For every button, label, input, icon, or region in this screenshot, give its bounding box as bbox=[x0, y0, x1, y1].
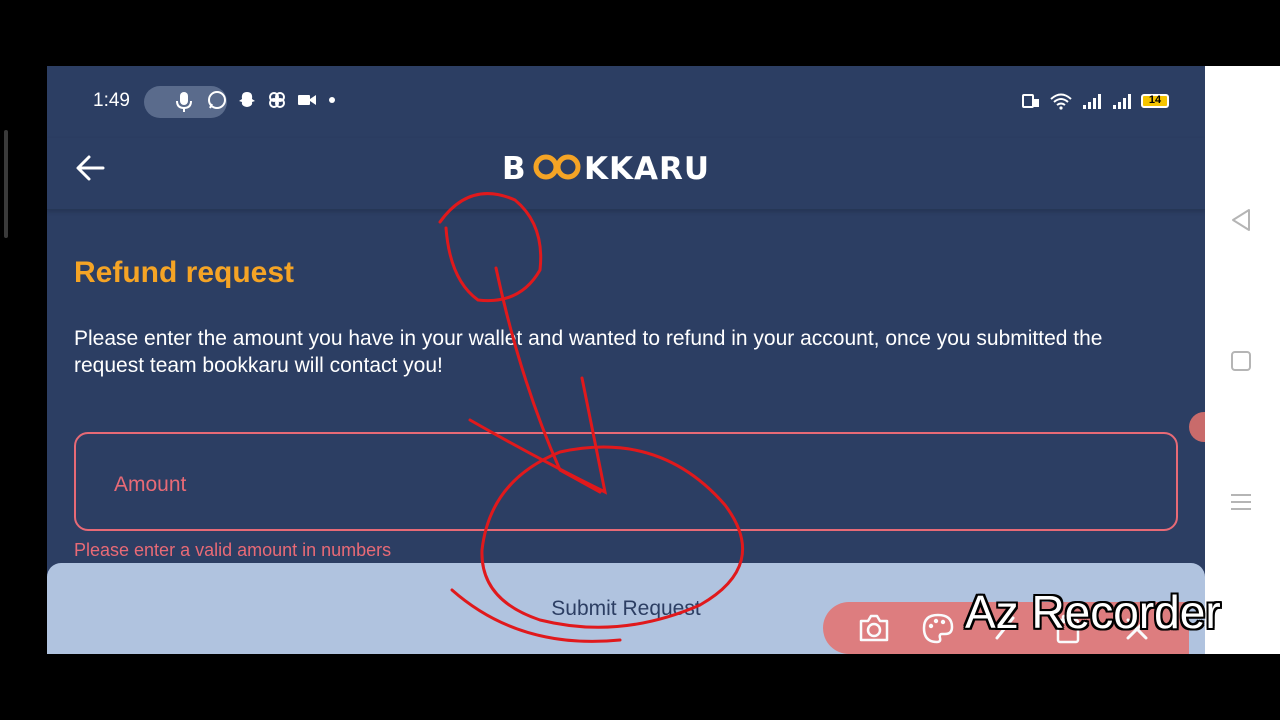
bookkaru-logo: B KKARU bbox=[502, 150, 748, 184]
whatsapp-icon bbox=[208, 91, 226, 109]
camera-icon[interactable] bbox=[857, 612, 891, 644]
phone-screen: 1:49 14 B KKARU Refund request Please en… bbox=[47, 66, 1205, 654]
microphone-icon bbox=[176, 92, 192, 112]
logo-image: B KKARU bbox=[502, 151, 710, 184]
battery-icon: 14 bbox=[1141, 94, 1169, 108]
page-title: Refund request bbox=[74, 256, 295, 289]
snapchat-icon bbox=[239, 92, 255, 107]
system-status-icons: 14 bbox=[1021, 92, 1169, 110]
az-recorder-watermark: Az Recorder bbox=[965, 586, 1221, 638]
amount-error-message: Please enter a valid amount in numbers bbox=[74, 540, 392, 560]
video-icon bbox=[298, 95, 316, 105]
palette-icon[interactable] bbox=[921, 612, 955, 644]
signal-icon bbox=[1083, 94, 1101, 109]
cast-icon bbox=[1022, 94, 1039, 108]
nav-home-icon[interactable] bbox=[1229, 349, 1253, 373]
svg-text:B: B bbox=[502, 151, 526, 184]
nav-back-icon[interactable] bbox=[1229, 208, 1253, 232]
wifi-icon bbox=[1050, 93, 1072, 110]
battery-level: 14 bbox=[1148, 94, 1162, 106]
app-header: B KKARU bbox=[47, 138, 1205, 210]
notification-icons bbox=[207, 90, 337, 110]
signal-icon bbox=[1113, 94, 1131, 109]
status-bar: 1:49 14 bbox=[47, 66, 1205, 138]
svg-text:KKARU: KKARU bbox=[584, 151, 710, 184]
amount-placeholder: Amount bbox=[114, 473, 187, 496]
amount-input[interactable]: Amount bbox=[74, 432, 1178, 531]
status-time: 1:49 bbox=[93, 90, 130, 111]
page-description: Please enter the amount you have in your… bbox=[74, 327, 1103, 377]
scrollbar[interactable] bbox=[4, 130, 8, 238]
nav-menu-icon[interactable] bbox=[1229, 490, 1253, 514]
back-arrow-icon[interactable] bbox=[73, 150, 109, 186]
recorder-floating-handle[interactable] bbox=[1189, 412, 1205, 442]
pinwheel-icon bbox=[269, 92, 285, 108]
dot-icon bbox=[329, 97, 335, 103]
